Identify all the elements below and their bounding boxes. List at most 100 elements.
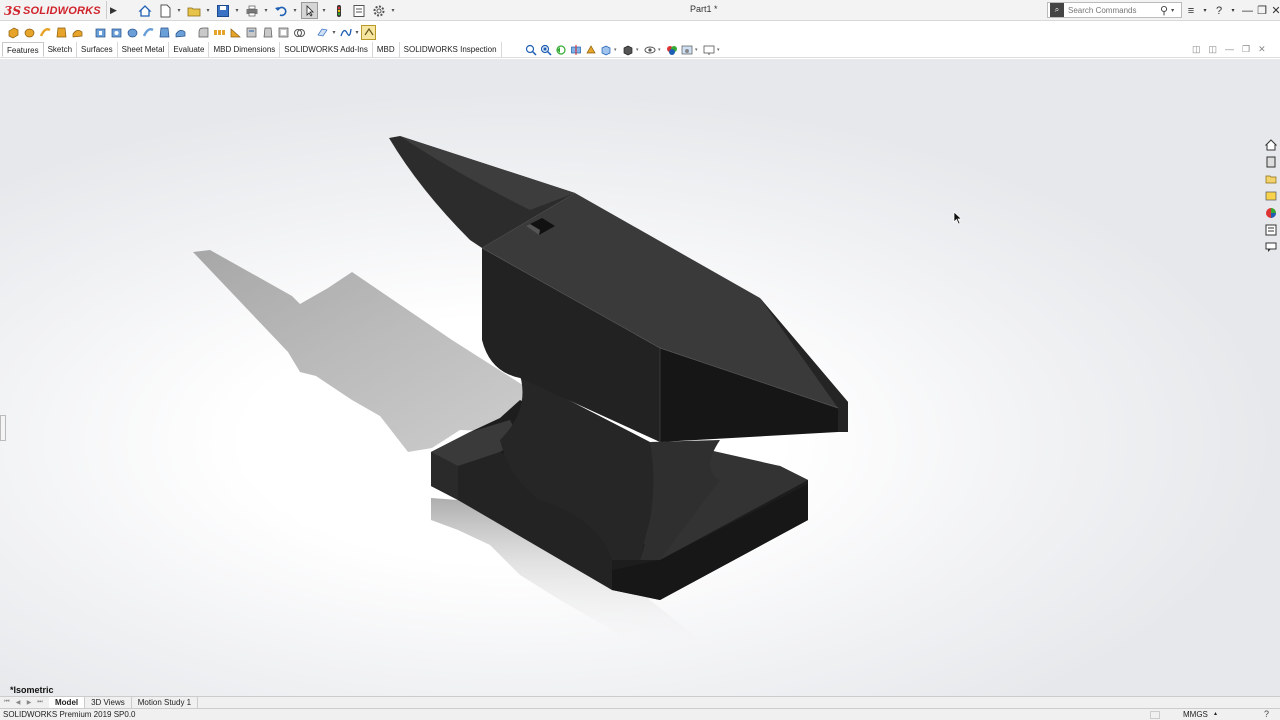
help-icon[interactable]: ? [1214, 5, 1224, 17]
tile-icon[interactable]: ◫ [1192, 44, 1201, 55]
hide-show-items-icon[interactable] [643, 44, 656, 57]
save-dropdown-icon[interactable]: ▾ [234, 2, 240, 19]
undo-icon[interactable] [272, 2, 289, 19]
tab-solidworks-add-ins[interactable]: SOLIDWORKS Add-Ins [280, 42, 373, 57]
lofted-cut-icon[interactable] [157, 25, 172, 40]
swept-boss-icon[interactable] [38, 25, 53, 40]
split-icon[interactable]: ◫ [1209, 44, 1218, 55]
menu-expand-icon[interactable]: ▶ [106, 1, 120, 19]
design-library-icon[interactable] [1263, 154, 1279, 170]
solidworks-resources-icon[interactable] [1263, 137, 1279, 153]
tab-features[interactable]: Features [2, 42, 44, 57]
revolved-boss-icon[interactable] [22, 25, 37, 40]
help-dropdown-icon[interactable]: ▾ [1228, 7, 1238, 14]
instant3d-icon[interactable] [361, 24, 376, 40]
save-icon[interactable] [214, 2, 231, 19]
view-settings-dropdown-icon[interactable]: ▾ [717, 47, 722, 53]
unit-dropdown-icon[interactable]: ▴ [1214, 710, 1217, 717]
tab-motion-study-1[interactable]: Motion Study 1 [132, 697, 199, 708]
display-style-dropdown-icon[interactable]: ▾ [636, 47, 641, 53]
view-orientation-icon[interactable] [599, 44, 612, 57]
doc-close-icon[interactable]: ✕ [1258, 44, 1266, 55]
anvil-model-viewport[interactable] [0, 59, 1280, 696]
open-folder-icon[interactable] [185, 2, 202, 19]
graphics-area[interactable] [0, 59, 1280, 696]
tab-mbd[interactable]: MBD [373, 42, 400, 57]
view-orientation-dropdown-icon[interactable]: ▾ [614, 47, 619, 53]
swept-cut-icon[interactable] [141, 25, 156, 40]
search-dropdown-icon[interactable]: ▾ [1171, 7, 1174, 14]
forum-icon[interactable] [1263, 239, 1279, 255]
wrap-icon[interactable] [244, 25, 259, 40]
options-gear-icon[interactable] [370, 2, 387, 19]
doc-restore-icon[interactable]: ❐ [1242, 44, 1250, 55]
user-menu-icon[interactable]: ≡ [1186, 5, 1196, 17]
revolved-cut-icon[interactable] [125, 25, 140, 40]
boundary-boss-icon[interactable] [70, 25, 85, 40]
boundary-cut-icon[interactable] [173, 25, 188, 40]
tab-solidworks-inspection[interactable]: SOLIDWORKS Inspection [400, 42, 502, 57]
doc-minimize-icon[interactable]: — [1225, 44, 1234, 55]
zoom-to-fit-icon[interactable] [524, 44, 537, 57]
display-style-icon[interactable] [621, 44, 634, 57]
extruded-boss-icon[interactable] [6, 25, 21, 40]
custom-properties-icon[interactable] [1263, 222, 1279, 238]
shell-icon[interactable] [276, 25, 291, 40]
dynamic-annotation-icon[interactable] [584, 44, 597, 57]
reference-dropdown-icon[interactable]: ▾ [331, 24, 337, 41]
appearances-icon[interactable] [1263, 205, 1279, 221]
curves-dropdown-icon[interactable]: ▾ [354, 24, 360, 41]
tab-3d-views[interactable]: 3D Views [85, 697, 132, 708]
print-icon[interactable] [243, 2, 260, 19]
tab-model[interactable]: Model [49, 697, 86, 708]
apply-scene-dropdown-icon[interactable]: ▾ [695, 47, 700, 53]
search-commands-input[interactable] [1064, 4, 1156, 16]
fillet-icon[interactable] [196, 25, 211, 40]
solidworks-logo[interactable]: 3S SOLIDWORKS [4, 2, 101, 19]
hide-show-dropdown-icon[interactable]: ▾ [658, 47, 663, 53]
unit-system[interactable]: MMGS [1183, 710, 1208, 719]
apply-scene-icon[interactable] [680, 44, 693, 57]
section-view-icon[interactable] [569, 44, 582, 57]
undo-dropdown-icon[interactable]: ▾ [292, 2, 298, 19]
view-settings-icon[interactable] [702, 44, 715, 57]
linear-pattern-icon[interactable] [212, 25, 227, 40]
status-help-icon[interactable]: ? [1264, 709, 1269, 719]
tab-sheet-metal[interactable]: Sheet Metal [118, 42, 170, 57]
file-properties-icon[interactable] [350, 2, 367, 19]
tab-sketch[interactable]: Sketch [44, 42, 78, 57]
rebuild-icon[interactable] [330, 2, 347, 19]
extruded-cut-icon[interactable] [93, 25, 108, 40]
intersect-icon[interactable] [292, 25, 307, 40]
curves-icon[interactable] [338, 25, 353, 40]
search-icon[interactable]: ⚲ [1160, 4, 1168, 17]
prev-tab-icon[interactable]: ◀ [13, 698, 23, 708]
file-explorer-icon[interactable] [1263, 171, 1279, 187]
minimize-icon[interactable]: — [1242, 5, 1253, 17]
view-palette-icon[interactable] [1263, 188, 1279, 204]
previous-view-icon[interactable] [554, 44, 567, 57]
tab-mbd-dimensions[interactable]: MBD Dimensions [209, 42, 281, 57]
open-dropdown-icon[interactable]: ▾ [205, 2, 211, 19]
tab-evaluate[interactable]: Evaluate [169, 42, 210, 57]
options-dropdown-icon[interactable]: ▾ [390, 2, 396, 19]
user-dropdown-icon[interactable]: ▾ [1200, 7, 1210, 14]
print-dropdown-icon[interactable]: ▾ [263, 2, 269, 19]
rib-icon[interactable] [228, 25, 243, 40]
zoom-to-area-icon[interactable] [539, 44, 552, 57]
new-dropdown-icon[interactable]: ▾ [176, 2, 182, 19]
restore-icon[interactable]: ❐ [1257, 4, 1267, 17]
reference-geometry-icon[interactable] [315, 25, 330, 40]
edit-appearance-icon[interactable] [665, 44, 678, 57]
next-tab-icon[interactable]: ▶ [24, 698, 34, 708]
select-pointer-icon[interactable] [301, 2, 318, 19]
lofted-boss-icon[interactable] [54, 25, 69, 40]
close-icon[interactable]: ✕ [1271, 4, 1280, 17]
draft-icon[interactable] [260, 25, 275, 40]
home-icon[interactable] [136, 2, 153, 19]
panel-splitter-handle[interactable] [0, 415, 6, 441]
first-tab-icon[interactable]: ⏮ [2, 698, 12, 708]
tab-surfaces[interactable]: Surfaces [77, 42, 118, 57]
new-document-icon[interactable] [156, 2, 173, 19]
last-tab-icon[interactable]: ⏭ [35, 698, 45, 708]
